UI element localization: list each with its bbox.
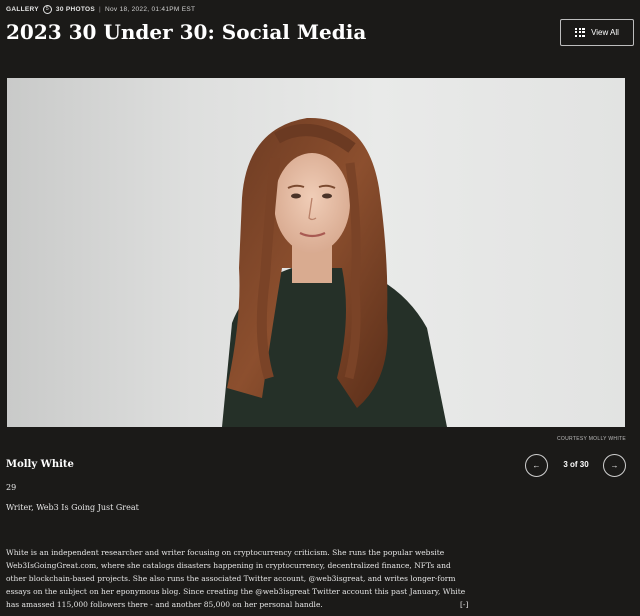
description-line: essays on the subject on her eponymous b… bbox=[6, 587, 466, 596]
collapse-description-toggle[interactable]: [-] bbox=[460, 600, 468, 609]
view-all-label: View All bbox=[591, 28, 619, 37]
description-line: has amassed 115,000 followers there - an… bbox=[6, 600, 323, 609]
description-line: other blockchain-based projects. She als… bbox=[6, 574, 456, 583]
gallery-pager: ← 3 of 30 → bbox=[525, 454, 627, 478]
arrow-left-icon: ← bbox=[532, 461, 541, 470]
arrow-right-icon: → bbox=[610, 461, 619, 470]
page-title: 2023 30 Under 30: Social Media bbox=[6, 20, 367, 44]
description-line: White is an independent researcher and w… bbox=[6, 548, 445, 557]
person-role: Writer, Web3 Is Going Just Great bbox=[6, 503, 139, 512]
previous-button[interactable]: ← bbox=[525, 454, 548, 477]
grid-icon bbox=[575, 27, 585, 38]
meta-separator: | bbox=[99, 5, 101, 13]
view-all-button[interactable]: View All bbox=[560, 19, 634, 46]
photo-count-icon: 5 bbox=[42, 4, 52, 14]
person-age: 29 bbox=[6, 483, 17, 492]
photos-count-label: 30 PHOTOS bbox=[55, 5, 95, 13]
person-description: White is an independent researcher and w… bbox=[6, 546, 476, 611]
gallery-meta: GALLERY 5 30 PHOTOS | Nov 18, 2022, 01:4… bbox=[6, 4, 195, 14]
next-button[interactable]: → bbox=[603, 454, 626, 477]
portrait-image bbox=[222, 117, 447, 427]
gallery-page: GALLERY 5 30 PHOTOS | Nov 18, 2022, 01:4… bbox=[0, 0, 640, 616]
gallery-photo bbox=[7, 78, 625, 427]
photo-counter: 3 of 30 bbox=[563, 460, 589, 469]
photo-credit: COURTESY MOLLY WHITE bbox=[557, 436, 626, 442]
description-line: Web3IsGoingGreat.com, where she catalogs… bbox=[6, 561, 451, 570]
person-name: Molly White bbox=[6, 459, 74, 470]
publish-date: Nov 18, 2022, 01:41PM EST bbox=[105, 5, 196, 13]
gallery-label: GALLERY bbox=[6, 5, 39, 13]
